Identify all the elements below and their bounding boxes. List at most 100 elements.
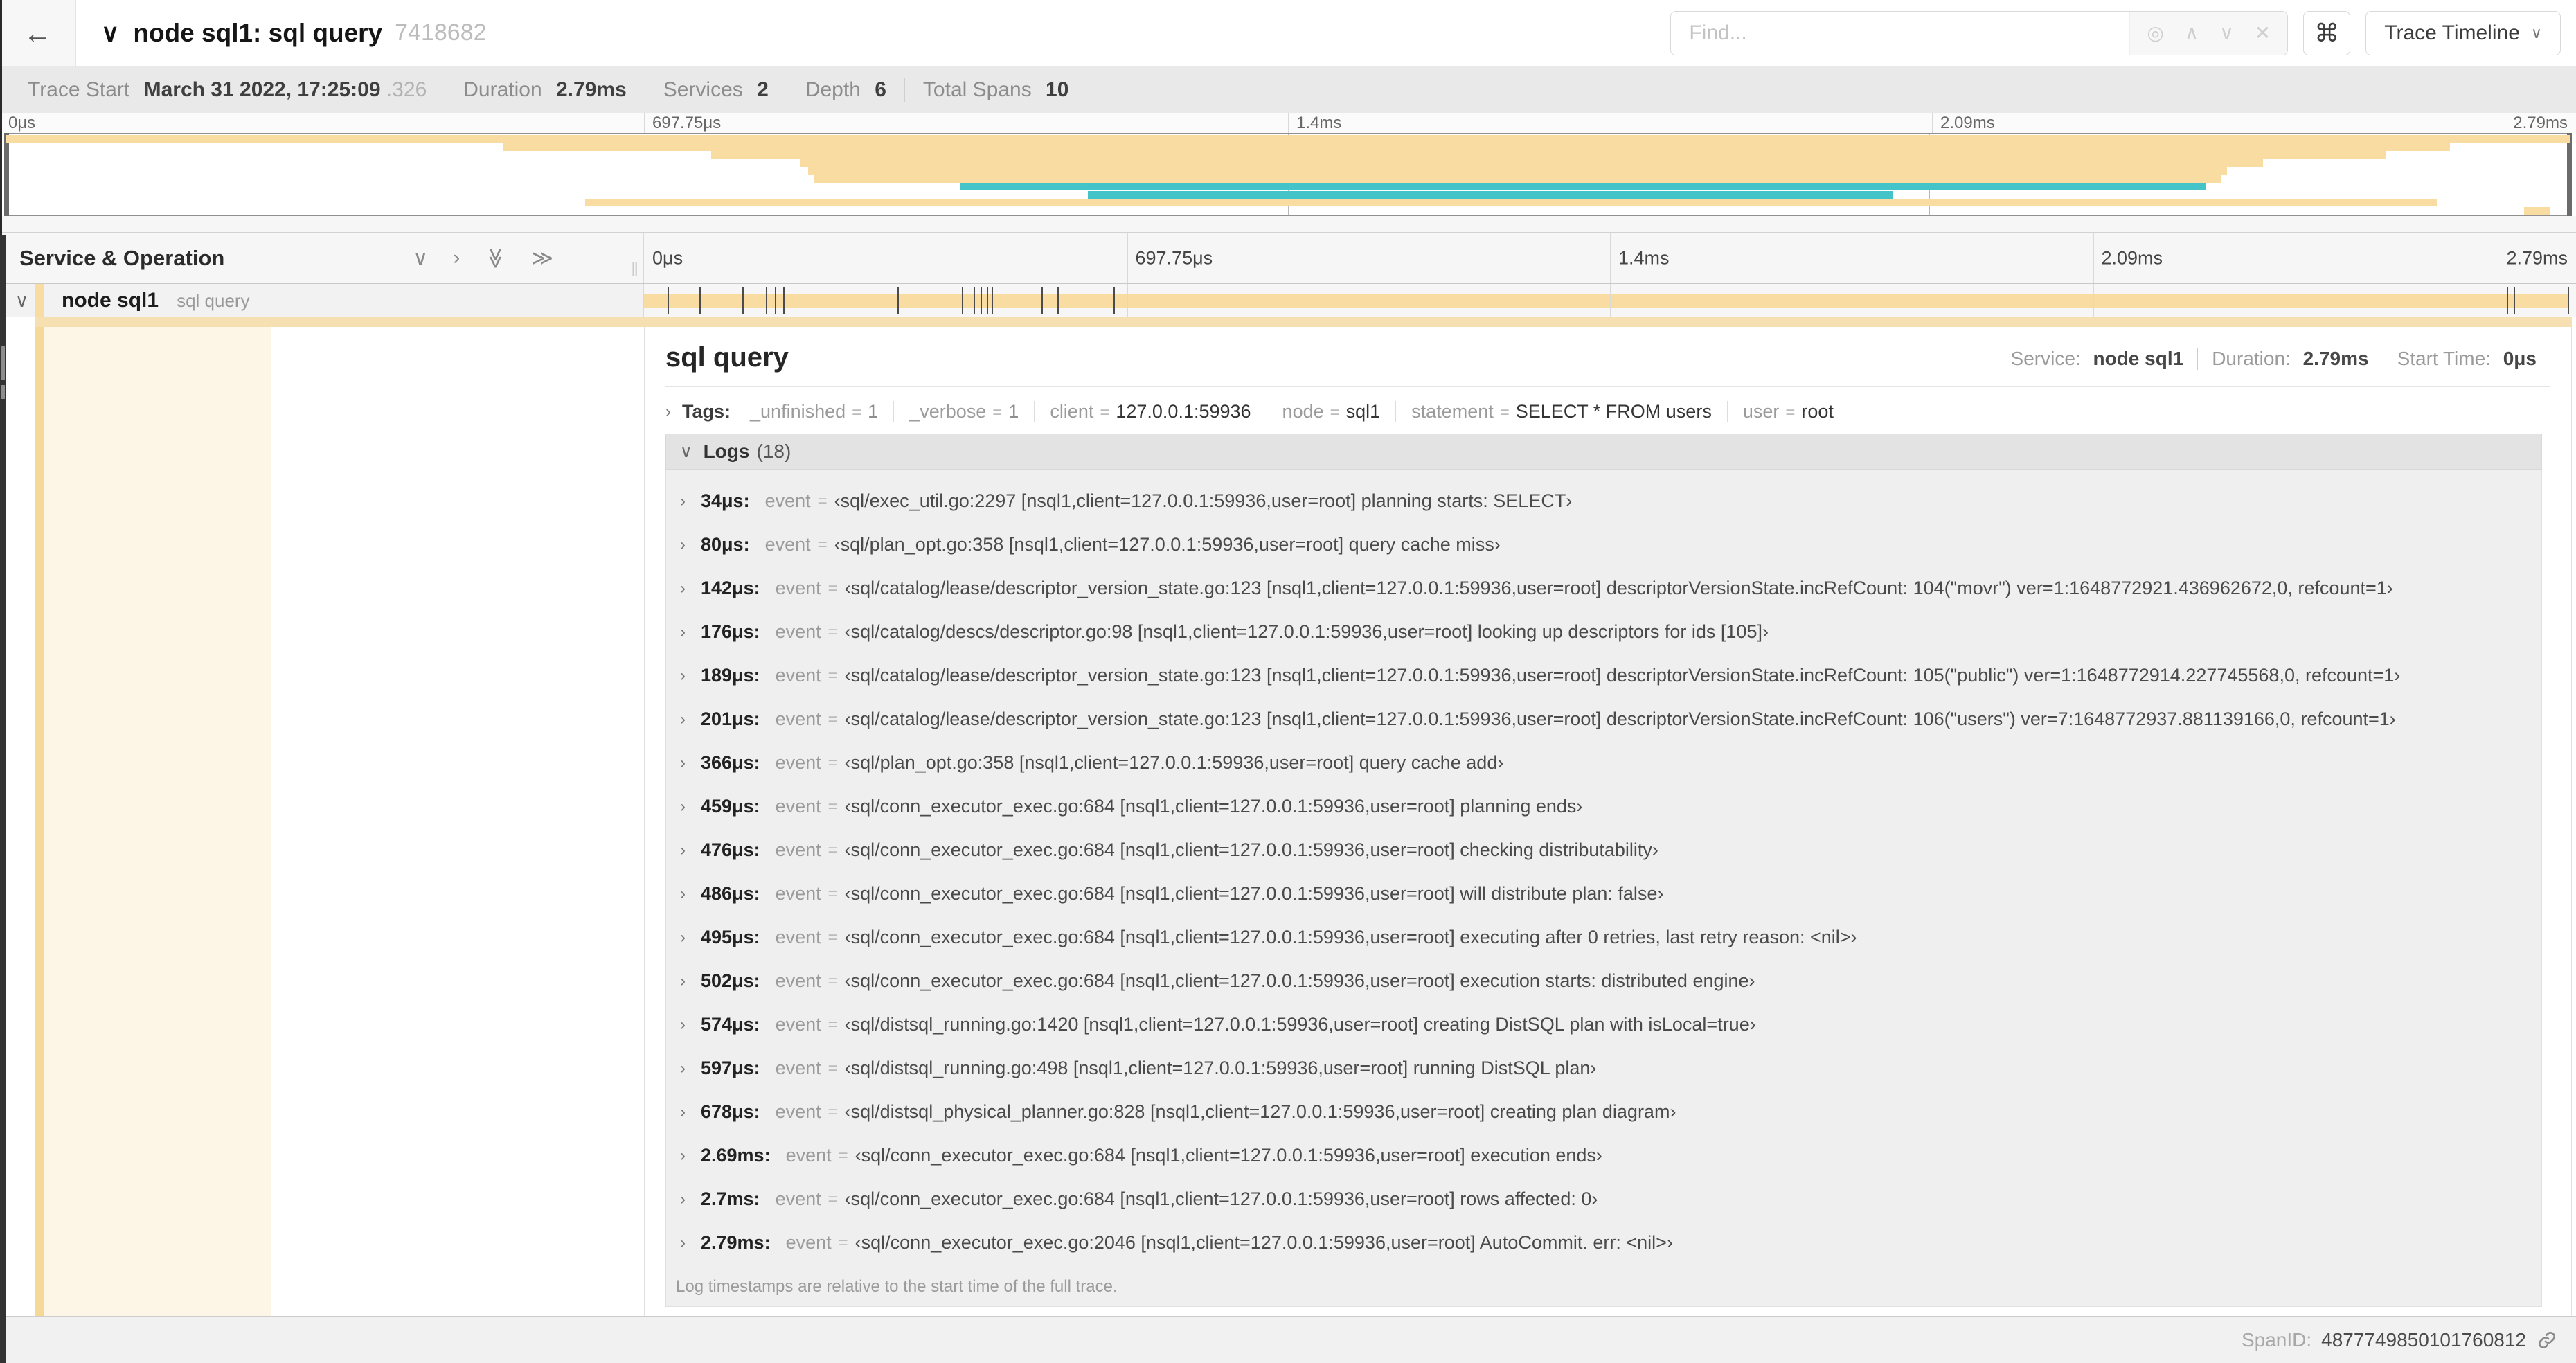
- log-expand-icon[interactable]: ›: [680, 928, 701, 947]
- log-expand-icon[interactable]: ›: [680, 1233, 701, 1253]
- log-expand-icon[interactable]: ›: [680, 1146, 701, 1166]
- timeline-grid-header: Service & Operation ∨ › ≫ ≫ ‖ 0μs 697.75μ…: [0, 232, 2576, 284]
- log-timestamp: 502μs:: [701, 970, 760, 991]
- find-input[interactable]: [1671, 11, 2130, 55]
- log-row[interactable]: › 176μs: event = ‹sql/catalog/descs/desc…: [666, 610, 2541, 654]
- minimap-span-bar: [710, 151, 2386, 159]
- log-row[interactable]: › 366μs: event = ‹sql/plan_opt.go:358 [n…: [666, 741, 2541, 785]
- log-marker: [742, 287, 744, 314]
- log-row[interactable]: › 34μs: event = ‹sql/exec_util.go:2297 […: [666, 479, 2541, 523]
- log-equals: =: [838, 1233, 848, 1252]
- log-row[interactable]: › 189μs: event = ‹sql/catalog/lease/desc…: [666, 654, 2541, 697]
- log-expand-icon[interactable]: ›: [680, 492, 701, 511]
- detail-divider: [665, 386, 2550, 387]
- log-timestamp: 80μs:: [701, 534, 750, 555]
- log-expand-icon[interactable]: ›: [680, 623, 701, 642]
- tick-label: 0μs: [8, 113, 36, 132]
- find-addon: ◎ ∧ ∨ ✕: [2129, 11, 2288, 55]
- locate-icon[interactable]: ◎: [2147, 21, 2163, 44]
- log-expand-icon[interactable]: ›: [680, 972, 701, 991]
- log-row[interactable]: › 80μs: event = ‹sql/plan_opt.go:358 [ns…: [666, 523, 2541, 567]
- timeline-gridline: [2093, 284, 2094, 317]
- expand-one-icon[interactable]: ›: [453, 246, 460, 270]
- back-button[interactable]: ←: [0, 0, 76, 66]
- log-expand-icon[interactable]: ›: [680, 1190, 701, 1209]
- log-event-value: ‹sql/conn_executor_exec.go:684 [nsql1,cl…: [844, 1188, 1598, 1209]
- log-expand-icon[interactable]: ›: [680, 754, 701, 773]
- tick-label: 697.75μs: [652, 113, 722, 132]
- log-row[interactable]: › 459μs: event = ‹sql/conn_executor_exec…: [666, 785, 2541, 828]
- collapse-trace-icon[interactable]: ∨: [101, 19, 119, 48]
- log-row[interactable]: › 678μs: event = ‹sql/distsql_physical_p…: [666, 1090, 2541, 1134]
- tags-label: Tags:: [682, 401, 731, 422]
- tag-item: _unfinished = 1: [735, 401, 893, 422]
- log-expand-icon[interactable]: ›: [680, 579, 701, 598]
- log-row[interactable]: › 2.69ms: event = ‹sql/conn_executor_exe…: [666, 1134, 2541, 1177]
- log-marker: [1057, 287, 1059, 314]
- collapse-one-icon[interactable]: ∨: [413, 246, 428, 270]
- log-expand-icon[interactable]: ›: [680, 1015, 701, 1035]
- log-expand-icon[interactable]: ›: [680, 841, 701, 860]
- trace-view-selector[interactable]: Trace Timeline ∨: [2365, 10, 2561, 55]
- log-timestamp: 495μs:: [701, 927, 760, 947]
- timeline-gridline: [1610, 233, 1611, 283]
- log-event-value: ‹sql/catalog/lease/descriptor_version_st…: [844, 709, 2396, 729]
- collapse-all-icon[interactable]: ≫: [483, 247, 508, 269]
- tags-row[interactable]: › Tags: _unfinished = 1 _verbose = 1 client =…: [665, 401, 2550, 422]
- tags-expand-icon[interactable]: ›: [665, 402, 671, 422]
- log-row[interactable]: › 476μs: event = ‹sql/conn_executor_exec…: [666, 828, 2541, 872]
- log-row[interactable]: › 486μs: event = ‹sql/conn_executor_exec…: [666, 872, 2541, 916]
- log-row[interactable]: › 142μs: event = ‹sql/catalog/lease/desc…: [666, 567, 2541, 610]
- logs-count: (18): [756, 440, 791, 462]
- span-row-timeline-cell[interactable]: [644, 284, 2576, 317]
- logs-collapse-icon[interactable]: ∨: [680, 442, 692, 462]
- span-detail-meta: Service: node sql1 Duration: 2.79ms Star…: [1997, 348, 2550, 370]
- tag-equals: =: [992, 403, 1003, 422]
- logs-title: Logs: [703, 440, 750, 462]
- log-event-key: event: [775, 621, 821, 642]
- find-clear-icon[interactable]: ✕: [2255, 21, 2271, 44]
- tag-value: sql1: [1345, 401, 1381, 422]
- log-marker: [699, 287, 701, 314]
- span-row[interactable]: ∨ node sql1 sql query: [0, 284, 2576, 317]
- log-row[interactable]: › 597μs: event = ‹sql/distsql_running.go…: [666, 1046, 2541, 1090]
- log-row[interactable]: › 201μs: event = ‹sql/catalog/lease/desc…: [666, 697, 2541, 741]
- log-expand-icon[interactable]: ›: [680, 666, 701, 686]
- log-expand-icon[interactable]: ›: [680, 535, 701, 555]
- log-marker: [1113, 287, 1115, 314]
- log-expand-icon[interactable]: ›: [680, 710, 701, 729]
- find-next-icon[interactable]: ∨: [2219, 21, 2234, 44]
- column-resizer-handle[interactable]: ‖: [631, 259, 641, 280]
- timeline-minimap[interactable]: [4, 133, 2572, 216]
- find-prev-icon[interactable]: ∧: [2185, 21, 2199, 44]
- log-timestamp: 2.69ms:: [701, 1145, 771, 1166]
- tag-key: _verbose: [909, 401, 987, 422]
- log-expand-icon[interactable]: ›: [680, 1103, 701, 1122]
- log-event-key: event: [775, 709, 821, 729]
- left-scrollbar-thumb[interactable]: [1, 385, 5, 399]
- log-expand-icon[interactable]: ›: [680, 797, 701, 817]
- minimap-span-bar: [2524, 206, 2550, 215]
- log-expand-icon[interactable]: ›: [680, 1059, 701, 1078]
- span-row-name-cell[interactable]: ∨ node sql1 sql query: [0, 284, 644, 317]
- log-event-key: event: [775, 665, 821, 686]
- logs-header[interactable]: ∨ Logs (18): [665, 434, 2542, 470]
- log-row[interactable]: › 495μs: event = ‹sql/conn_executor_exec…: [666, 916, 2541, 959]
- log-row[interactable]: › 2.79ms: event = ‹sql/conn_executor_exe…: [666, 1221, 2541, 1265]
- minimap-left-scrubber[interactable]: [4, 133, 9, 216]
- log-event-key: event: [764, 490, 811, 511]
- span-collapse-icon[interactable]: ∨: [15, 290, 28, 312]
- log-row[interactable]: › 2.7ms: event = ‹sql/conn_executor_exec…: [666, 1177, 2541, 1221]
- deep-link-icon[interactable]: [2536, 1329, 2558, 1351]
- left-scrollbar[interactable]: [0, 235, 6, 1363]
- keyboard-shortcuts-button[interactable]: ⌘: [2303, 10, 2351, 55]
- log-expand-icon[interactable]: ›: [680, 884, 701, 904]
- left-scrollbar-thumb[interactable]: [1, 346, 5, 380]
- log-row[interactable]: › 574μs: event = ‹sql/distsql_running.go…: [666, 1003, 2541, 1046]
- log-row[interactable]: › 502μs: event = ‹sql/conn_executor_exec…: [666, 959, 2541, 1003]
- expand-collapse-controls: ∨ › ≫ ≫: [413, 246, 553, 270]
- minimap-right-scrubber[interactable]: [2567, 133, 2572, 216]
- log-marker: [667, 287, 669, 314]
- expand-all-icon[interactable]: ≫: [532, 246, 553, 270]
- span-duration-bar[interactable]: [644, 294, 2569, 308]
